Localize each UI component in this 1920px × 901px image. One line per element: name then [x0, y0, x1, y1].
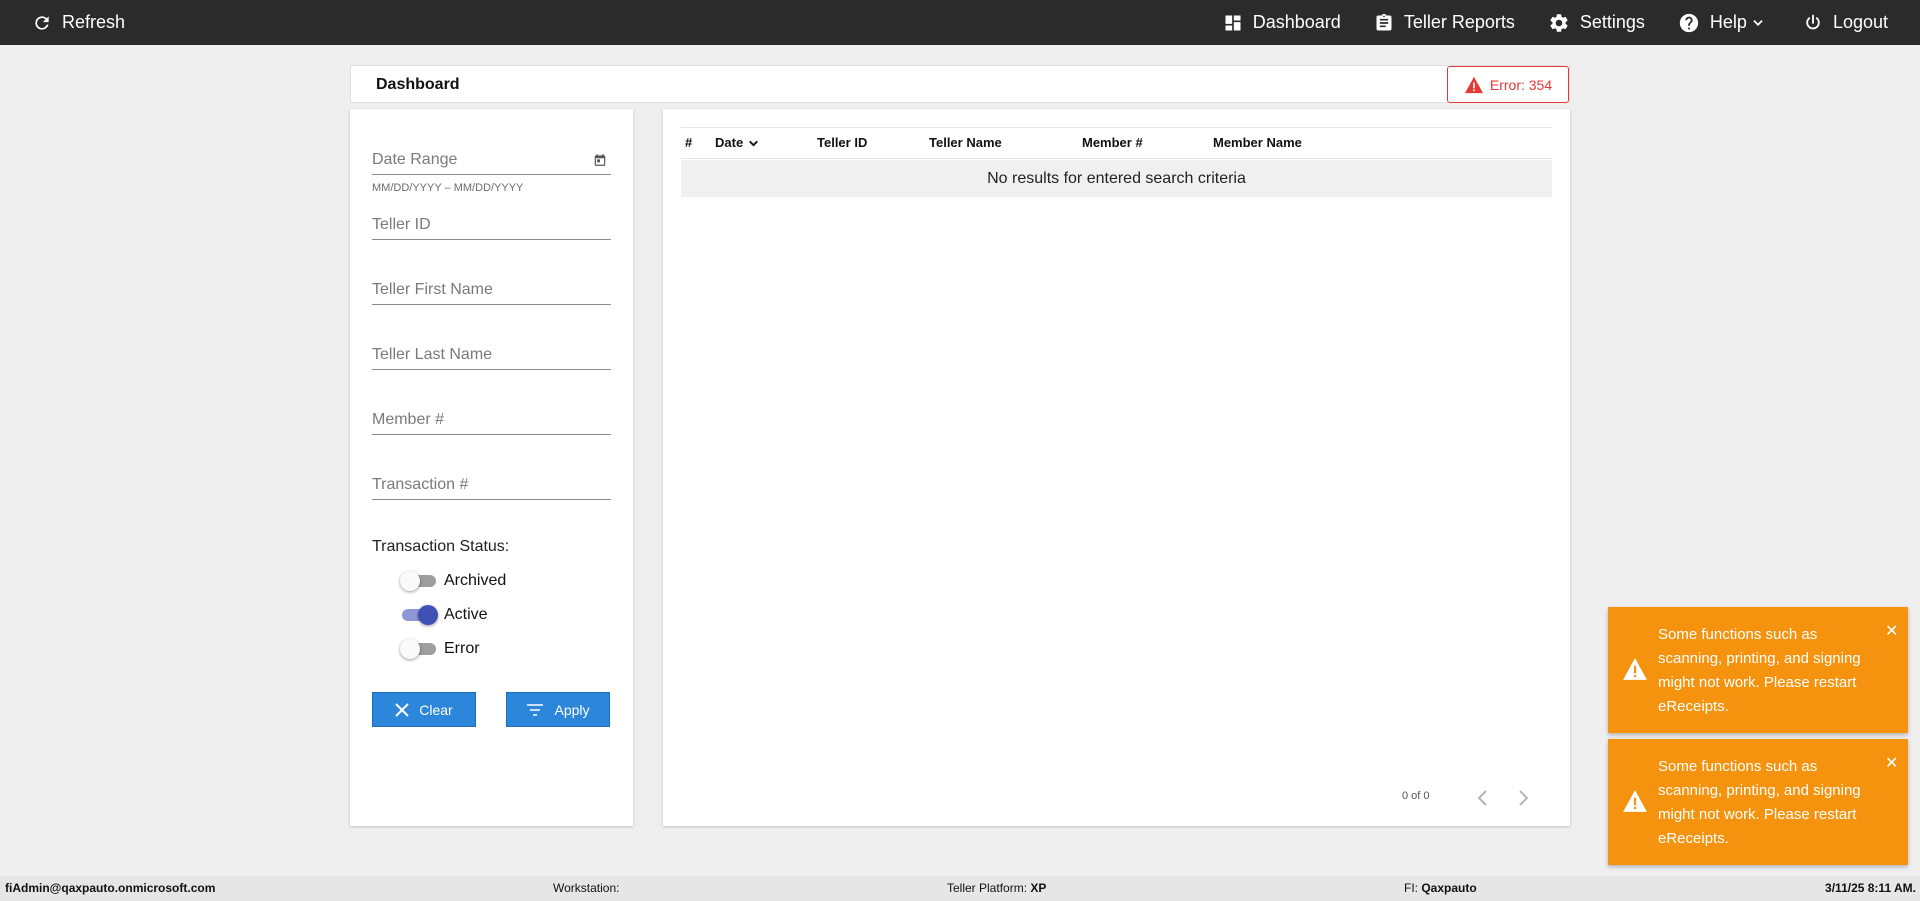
- nav-logout[interactable]: Logout: [1803, 0, 1888, 45]
- warning-icon: [1464, 76, 1484, 94]
- chevron-left-icon: [1476, 789, 1490, 807]
- nav-dashboard[interactable]: Dashboard: [1223, 0, 1341, 45]
- active-label: Active: [444, 606, 488, 623]
- column-header-member-name[interactable]: Member Name: [1213, 128, 1302, 158]
- nav-logout-label: Logout: [1832, 12, 1888, 32]
- nav-help-label: Help: [1709, 12, 1747, 32]
- error-switch[interactable]: [400, 639, 436, 659]
- member-number-field[interactable]: [372, 405, 611, 435]
- date-range-hint: MM/DD/YYYY – MM/DD/YYYY: [372, 182, 524, 194]
- filter-panel: MM/DD/YYYY – MM/DD/YYYY Transaction Stat…: [350, 109, 633, 826]
- chevron-right-icon: [1516, 789, 1530, 807]
- date-range-input[interactable]: [372, 145, 611, 174]
- sort-descending-icon: [747, 137, 760, 150]
- status-toggle-active[interactable]: Active: [402, 605, 488, 625]
- workstation-label: Workstation:: [553, 881, 620, 895]
- transaction-number-field[interactable]: [372, 470, 611, 500]
- column-header-member-number[interactable]: Member #: [1082, 128, 1143, 158]
- warning-icon: [1622, 657, 1648, 686]
- error-count-label: Error: 354: [1489, 76, 1553, 93]
- date-range-field[interactable]: [372, 145, 611, 175]
- apply-label: Apply: [554, 701, 590, 718]
- page-title: Dashboard: [376, 76, 460, 93]
- toast-close-button[interactable]: ✕: [1885, 753, 1898, 773]
- member-number-input[interactable]: [372, 405, 611, 434]
- next-page-button[interactable]: [1516, 789, 1530, 807]
- close-icon: [395, 702, 409, 717]
- fi-value: Qaxpauto: [1421, 881, 1477, 895]
- nav-settings-label: Settings: [1579, 12, 1645, 32]
- column-header-date-label: Date: [715, 135, 744, 150]
- teller-id-input[interactable]: [372, 210, 611, 239]
- status-toggle-archived[interactable]: Archived: [400, 571, 507, 591]
- archived-switch[interactable]: [400, 571, 436, 591]
- platform-info: Teller Platform: XP: [947, 876, 1046, 901]
- results-panel: # Date Teller ID Teller Name Member # Me…: [663, 109, 1570, 826]
- top-bar: Refresh Dashboard Teller Reports Setting…: [0, 0, 1920, 45]
- nav-teller-reports-label: Teller Reports: [1403, 12, 1515, 32]
- empty-results-message: No results for entered search criteria: [681, 160, 1552, 197]
- column-header-teller-name[interactable]: Teller Name: [929, 128, 1002, 158]
- teller-first-name-input[interactable]: [372, 275, 611, 304]
- teller-first-name-field[interactable]: [372, 275, 611, 305]
- power-icon: [1803, 13, 1823, 33]
- clear-label: Clear: [419, 701, 453, 718]
- active-switch[interactable]: [402, 605, 438, 625]
- previous-page-button[interactable]: [1476, 789, 1490, 807]
- status-toggle-error[interactable]: Error: [400, 639, 480, 659]
- refresh-label: Refresh: [62, 12, 126, 32]
- main-nav: Dashboard Teller Reports Settings Help L…: [1223, 0, 1920, 45]
- current-user: fiAdmin@qaxpauto.onmicrosoft.com: [5, 881, 216, 895]
- error-count-button[interactable]: Error: 354: [1447, 66, 1569, 103]
- platform-label: Teller Platform:: [947, 881, 1028, 895]
- warning-toast: Some functions such as scanning, printin…: [1608, 607, 1908, 733]
- column-header-date[interactable]: Date: [715, 128, 760, 158]
- status-bar: fiAdmin@qaxpauto.onmicrosoft.com Worksta…: [0, 876, 1920, 901]
- help-icon: [1678, 12, 1700, 34]
- teller-id-field[interactable]: [372, 210, 611, 240]
- current-datetime: 3/11/25 8:11 AM.: [1825, 881, 1916, 895]
- fi-info: FI: Qaxpauto: [1404, 876, 1477, 901]
- archived-label: Archived: [444, 572, 507, 589]
- nav-dashboard-label: Dashboard: [1252, 12, 1341, 32]
- warning-toast: Some functions such as scanning, printin…: [1608, 739, 1908, 865]
- transaction-status-label: Transaction Status:: [372, 538, 510, 555]
- filter-icon: [526, 703, 544, 717]
- toast-message: Some functions such as scanning, printin…: [1658, 758, 1861, 847]
- error-status-label: Error: [444, 640, 480, 657]
- pager-count: 0 of 0: [1402, 790, 1430, 802]
- refresh-icon: [32, 13, 52, 33]
- column-header-teller-id[interactable]: Teller ID: [817, 128, 867, 158]
- refresh-button[interactable]: Refresh: [32, 0, 125, 45]
- workstation-info: Workstation:: [553, 876, 619, 901]
- calendar-icon[interactable]: [593, 153, 607, 172]
- toast-message: Some functions such as scanning, printin…: [1658, 626, 1861, 715]
- teller-last-name-field[interactable]: [372, 340, 611, 370]
- warning-icon: [1622, 789, 1648, 818]
- clipboard-icon: [1374, 12, 1394, 34]
- nav-help[interactable]: Help: [1678, 0, 1765, 45]
- nav-settings[interactable]: Settings: [1548, 0, 1645, 45]
- toast-close-button[interactable]: ✕: [1885, 621, 1898, 641]
- fi-label: FI:: [1404, 881, 1418, 895]
- chevron-down-icon: [1751, 16, 1765, 30]
- dashboard-icon: [1223, 13, 1243, 33]
- clear-button[interactable]: Clear: [372, 692, 476, 727]
- platform-value: XP: [1030, 881, 1047, 895]
- table-header: # Date Teller ID Teller Name Member # Me…: [681, 127, 1552, 159]
- apply-button[interactable]: Apply: [506, 692, 610, 727]
- nav-teller-reports[interactable]: Teller Reports: [1374, 0, 1515, 45]
- page-header: Dashboard: [350, 65, 1570, 103]
- gear-icon: [1548, 12, 1570, 34]
- teller-last-name-input[interactable]: [372, 340, 611, 369]
- column-header-number[interactable]: #: [685, 128, 692, 158]
- transaction-number-input[interactable]: [372, 470, 611, 499]
